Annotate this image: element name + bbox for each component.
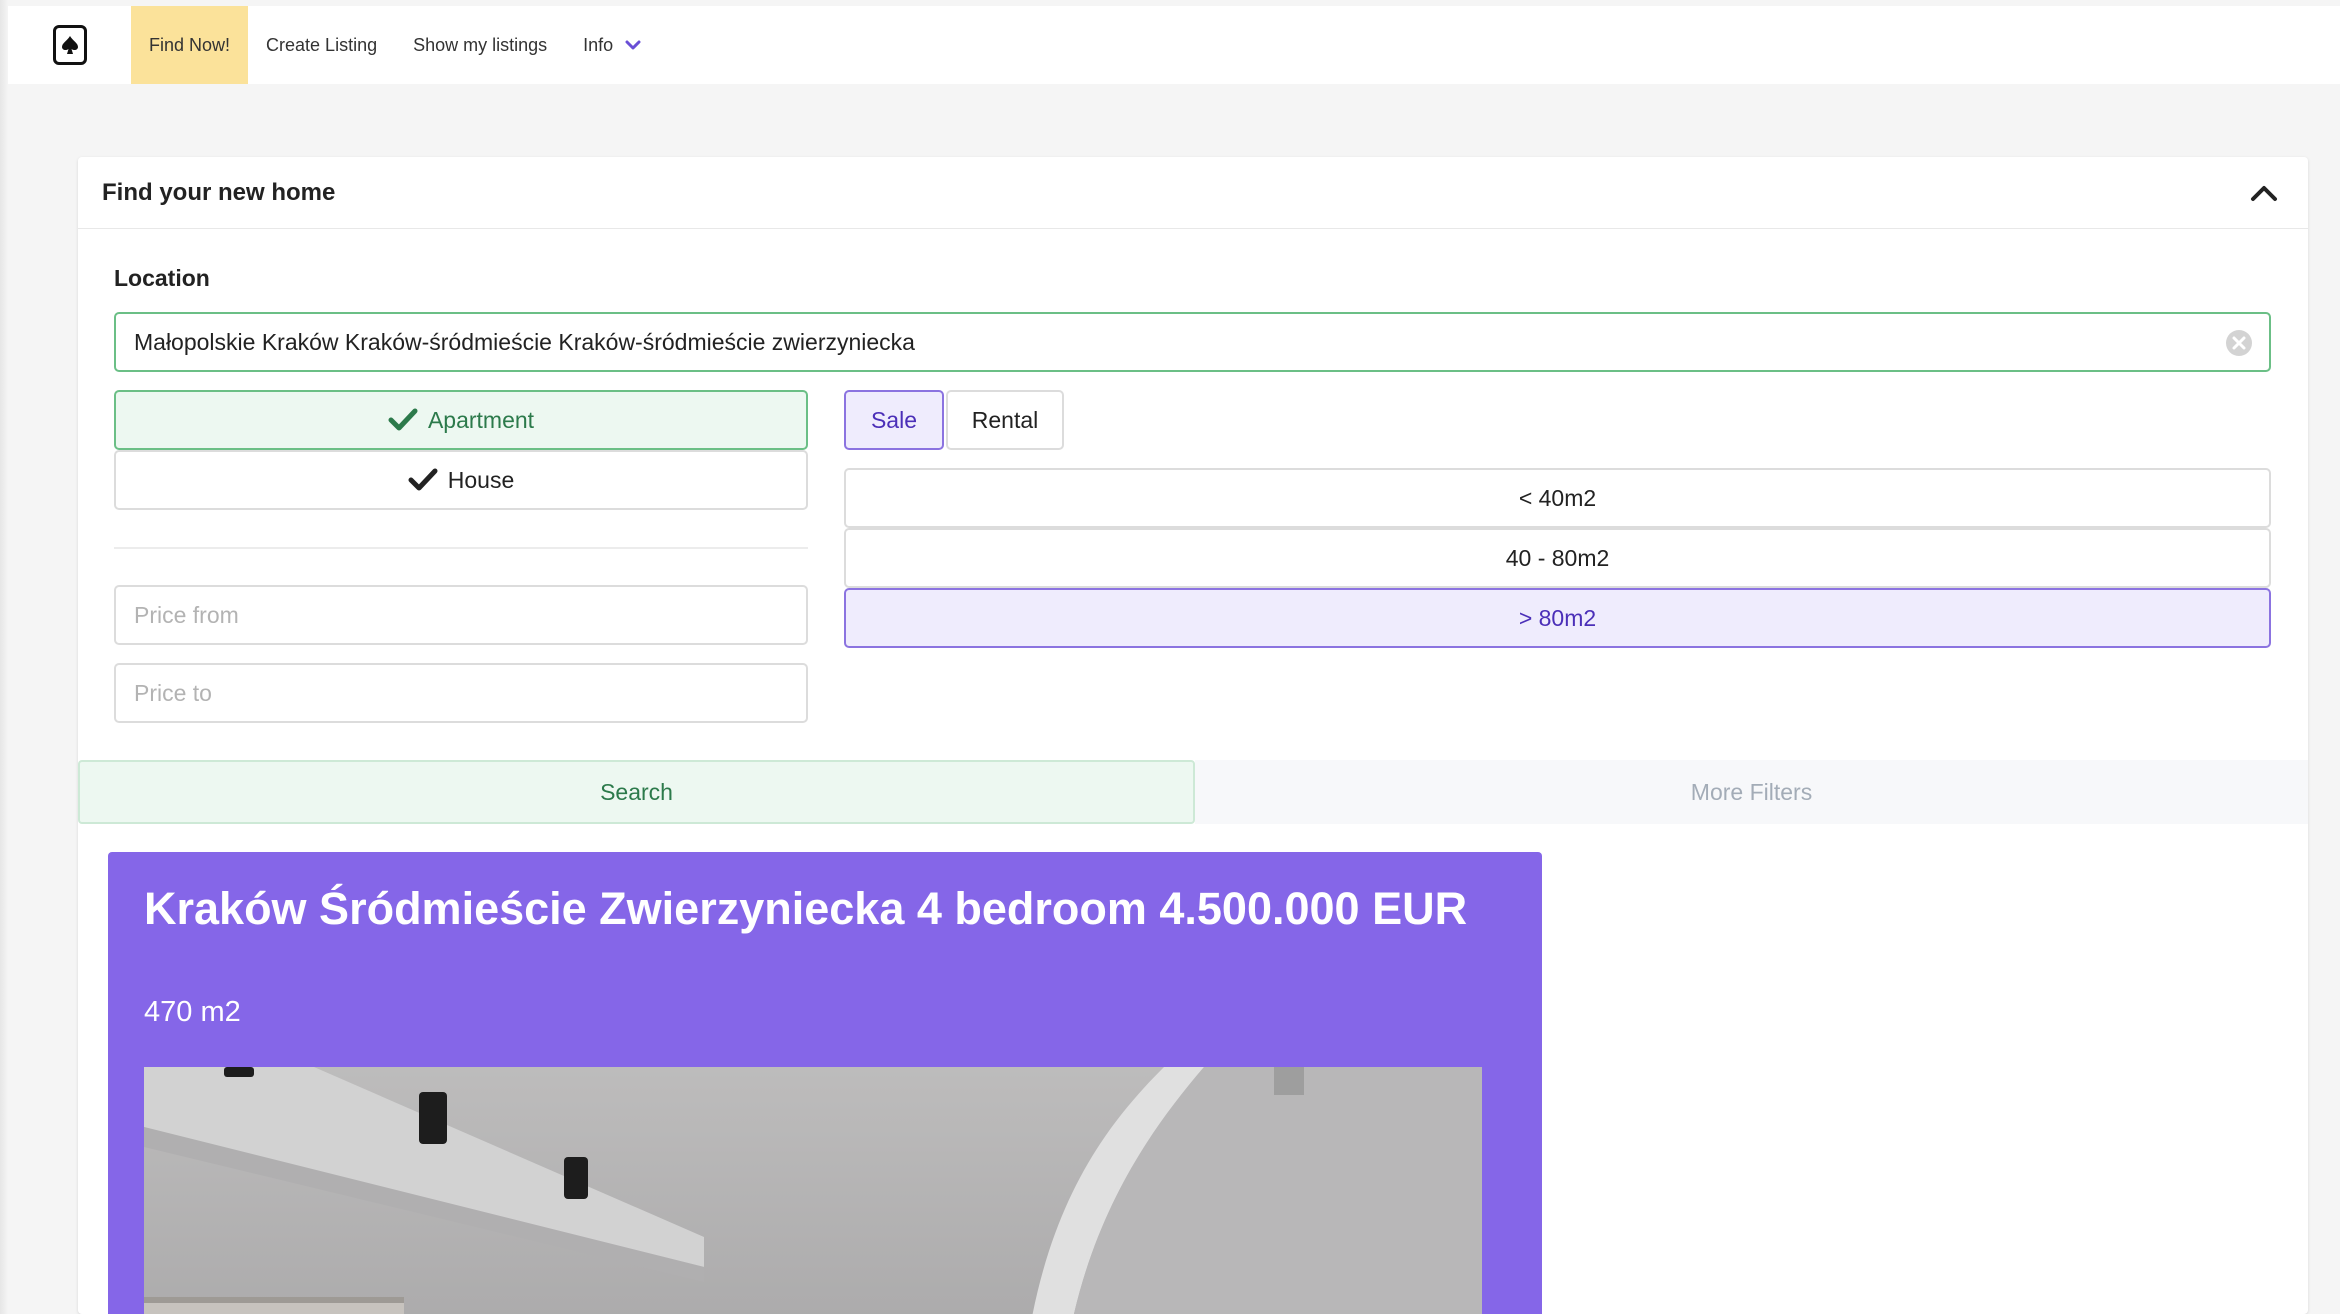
sale-toggle[interactable]: Sale	[844, 390, 944, 450]
chevron-down-icon	[625, 40, 641, 50]
listing-area: 470 m2	[144, 996, 241, 1028]
nav-info-dropdown[interactable]: Info	[565, 6, 659, 84]
spade-card-icon	[52, 25, 87, 65]
search-panel-header: Find your new home	[78, 157, 2308, 229]
nav-create-listing[interactable]: Create Listing	[248, 6, 395, 84]
divider	[114, 547, 808, 549]
nav-info-label: Info	[583, 34, 614, 55]
house-label: House	[447, 466, 515, 493]
house-toggle[interactable]: House	[114, 450, 808, 510]
clear-location-icon[interactable]	[2225, 329, 2253, 357]
top-navbar: Find Now! Create Listing Show my listing…	[8, 6, 2340, 84]
listing-card[interactable]: Kraków Śródmieście Zwierzyniecka 4 bedro…	[108, 852, 1542, 1314]
price-to-input[interactable]	[114, 663, 808, 723]
check-icon	[388, 408, 418, 431]
size-under-40-toggle[interactable]: < 40m2	[844, 468, 2271, 528]
apartment-toggle[interactable]: Apartment	[114, 390, 808, 450]
apartment-label: Apartment	[427, 406, 535, 433]
listing-title[interactable]: Kraków Śródmieście Zwierzyniecka 4 bedro…	[144, 882, 1474, 936]
nav-show-my-listings[interactable]: Show my listings	[395, 6, 565, 84]
page-edge-shadow	[0, 0, 8, 1314]
nav-find-now[interactable]: Find Now!	[131, 6, 249, 84]
collapse-button[interactable]	[2244, 173, 2284, 213]
size-over-80-toggle[interactable]: > 80m2	[844, 588, 2271, 648]
rental-toggle[interactable]: Rental	[946, 390, 1064, 450]
listing-photo[interactable]	[144, 1067, 1482, 1314]
size-40-80-toggle[interactable]: 40 - 80m2	[844, 528, 2271, 588]
location-input[interactable]: Małopolskie Kraków Kraków-śródmieście Kr…	[114, 312, 2271, 372]
more-filters-button[interactable]: More Filters	[1195, 760, 2308, 824]
price-from-input[interactable]	[114, 585, 808, 645]
search-panel-title: Find your new home	[102, 178, 336, 206]
brand-logo[interactable]	[8, 6, 131, 84]
location-label: Location	[114, 265, 210, 291]
check-icon	[408, 468, 438, 491]
chevron-up-icon	[2251, 185, 2277, 201]
location-value: Małopolskie Kraków Kraków-śródmieście Kr…	[134, 328, 915, 355]
search-button[interactable]: Search	[78, 760, 1195, 824]
search-actions: Search More Filters	[78, 760, 2308, 824]
